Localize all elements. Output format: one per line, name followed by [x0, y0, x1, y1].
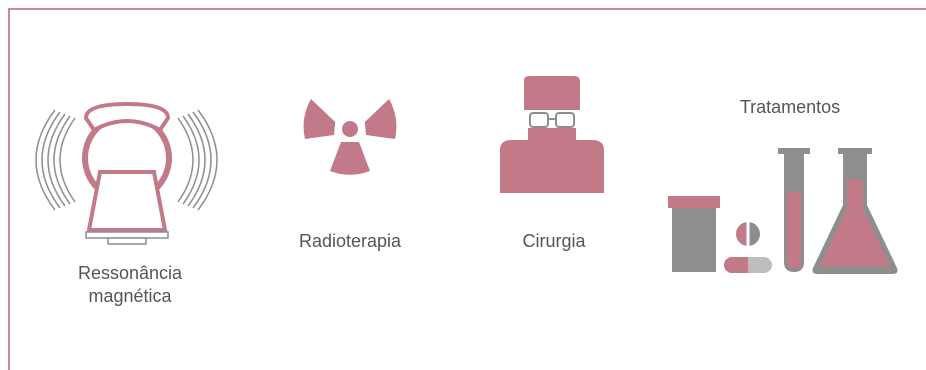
treatment-options-panel: Ressonância magnética Radioterapia Cirur… [0, 0, 926, 370]
lab-treatments-icon [668, 148, 898, 274]
